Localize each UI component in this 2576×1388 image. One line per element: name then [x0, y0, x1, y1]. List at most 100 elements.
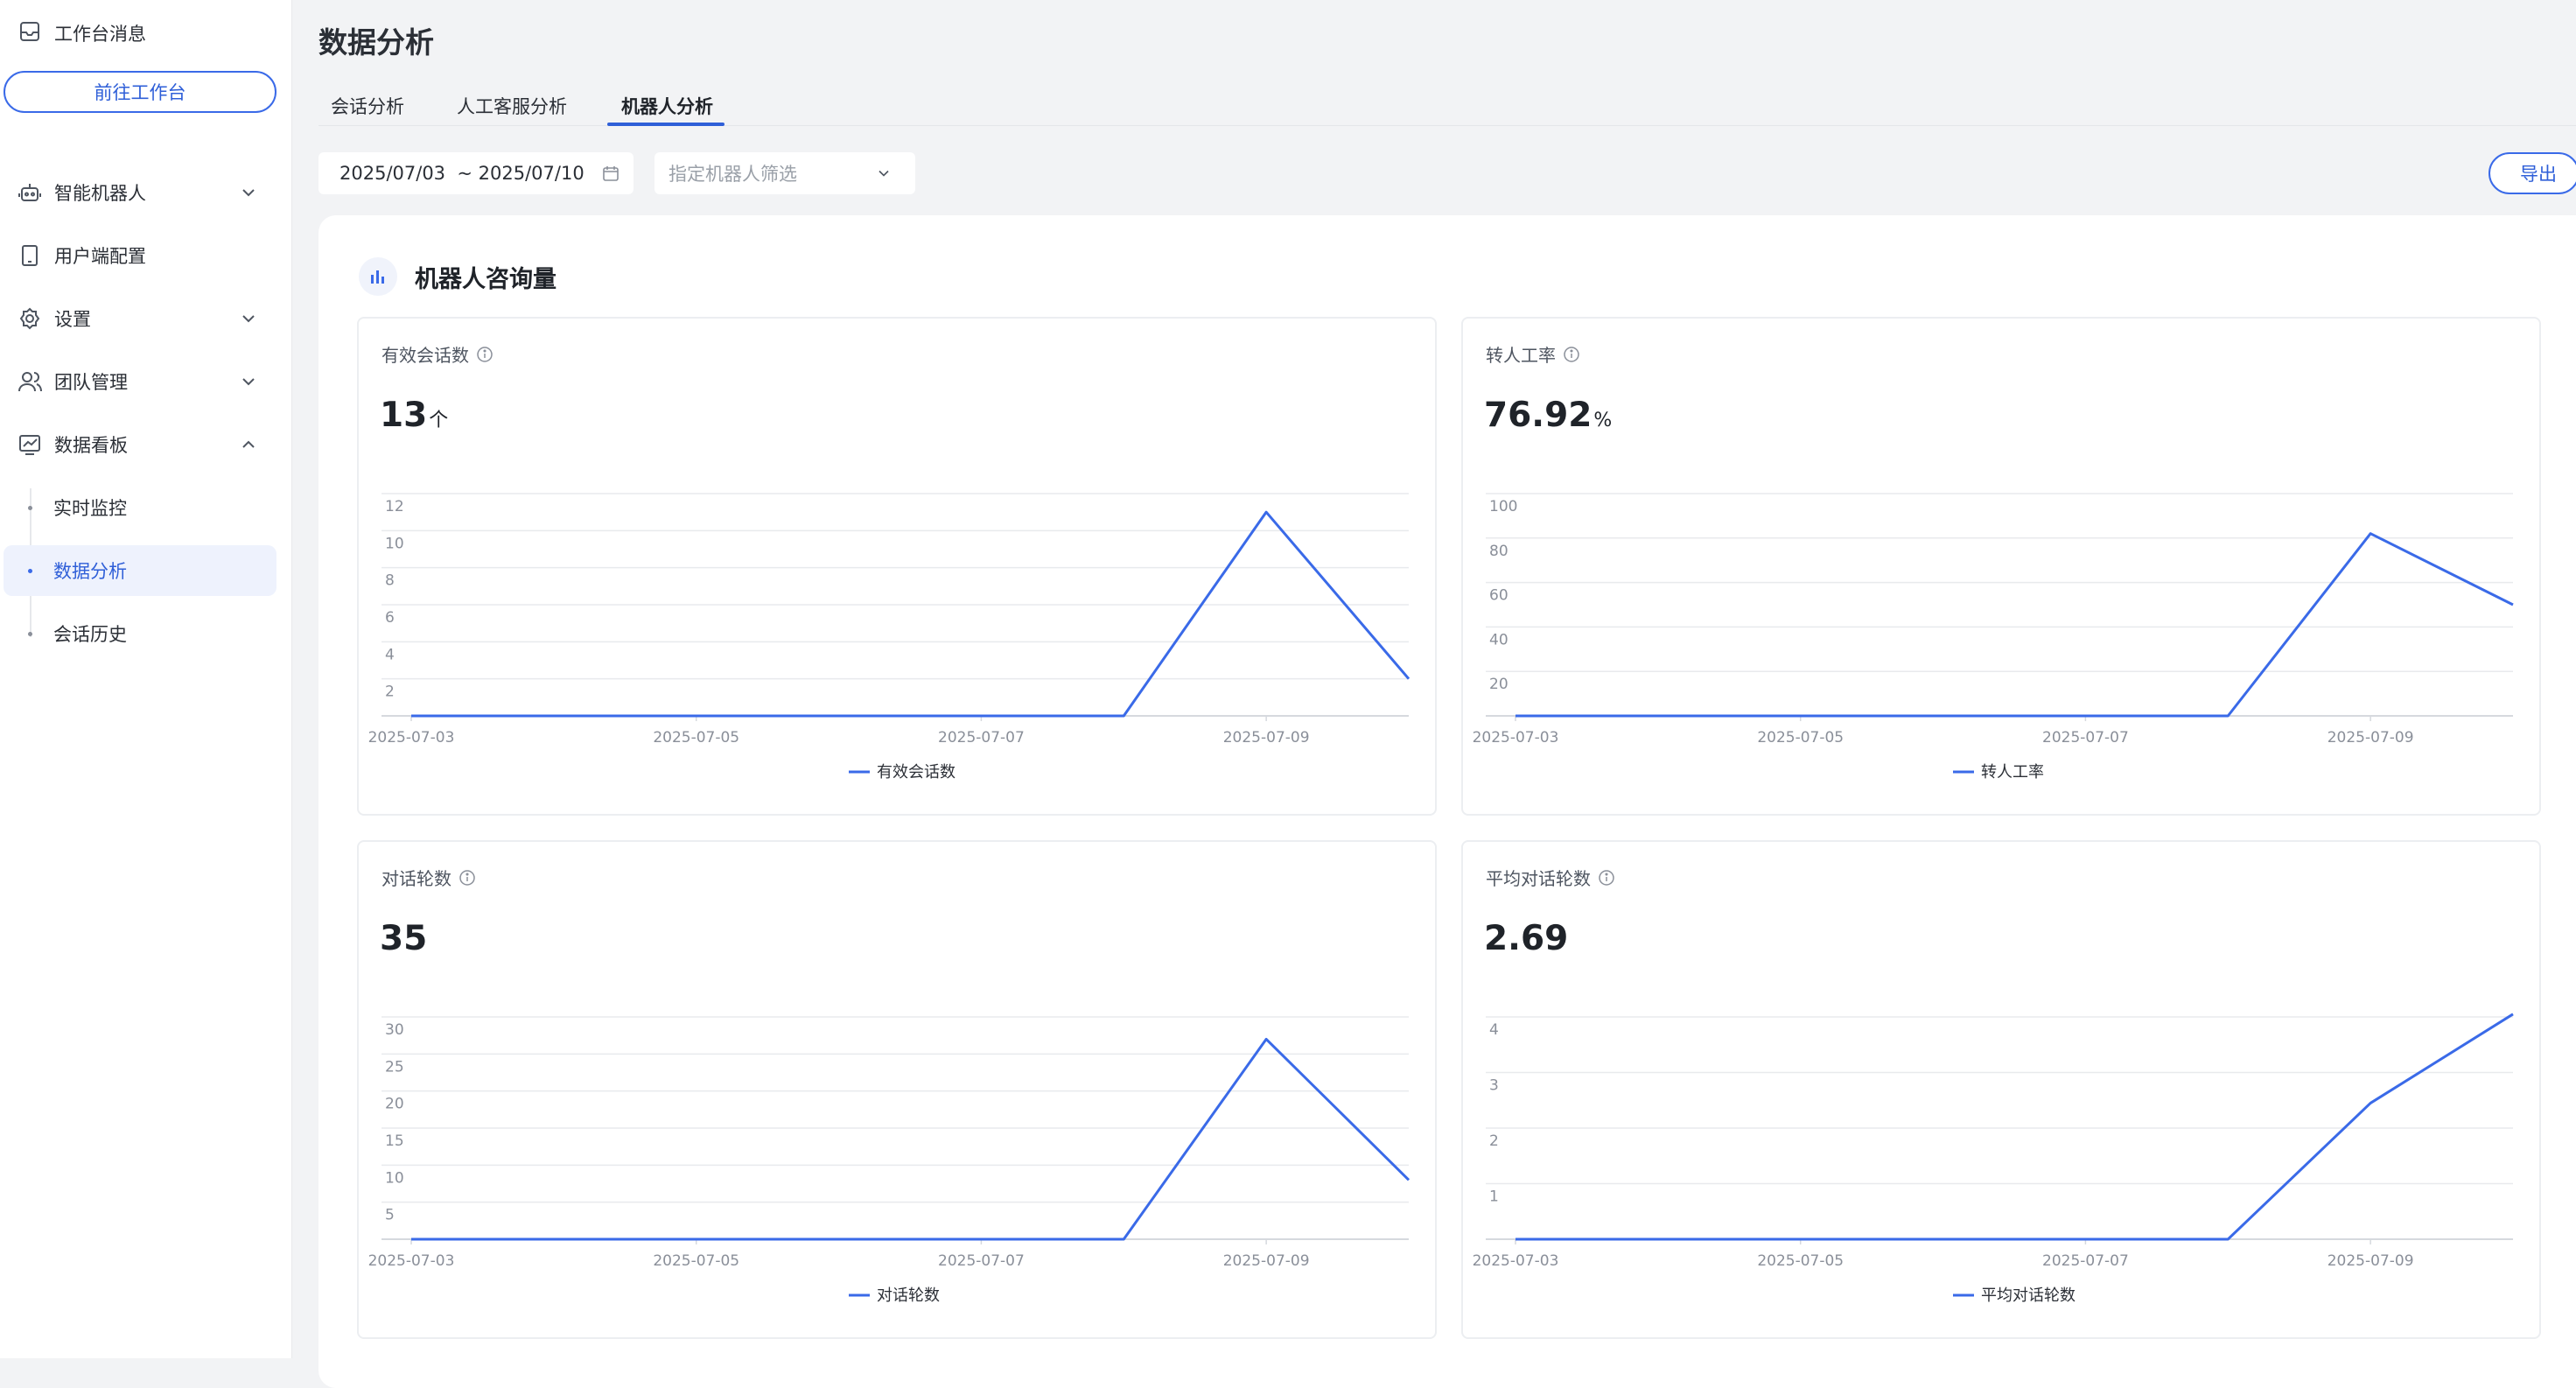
metric-number: 13	[380, 396, 428, 435]
tab-agent-analysis[interactable]: 人工客服分析	[457, 93, 567, 126]
metric-card-valid-sessions: 有效会话数 13个 2 4 6 8 10 12 2025-07-03 2025-07-05 20…	[357, 317, 1437, 816]
x-tick-label: 2025-07-05	[653, 729, 739, 747]
legend-label: 转人工率	[1981, 763, 2044, 782]
x-tick-label: 2025-07-09	[1223, 1252, 1310, 1270]
robot-filter-select[interactable]: 指定机器人筛选	[654, 152, 915, 194]
sidebar-item-client-config[interactable]: 用户端配置	[0, 231, 292, 280]
line-chart-dialog-rounds: 5 10 15 20 25 30 2025-07-03 2025-07-05 2025-07-0…	[368, 1016, 1410, 1305]
y-tick-label: 3	[1489, 1077, 1499, 1095]
active-tab-indicator	[607, 123, 724, 126]
metric-card-transfer-rate: 转人工率 76.92% 20 40 60 80 100 2025-07-03 2025-07…	[1461, 317, 2541, 816]
metric-card-dialog-rounds: 对话轮数 35 5 10 15 20 25 30 2025-07-03 2025-07-05 2…	[357, 840, 1437, 1339]
x-tick-label: 2025-07-03	[368, 1252, 455, 1270]
calendar-icon	[603, 166, 619, 181]
y-tick-label: 1	[1489, 1188, 1499, 1206]
bar-chart-icon	[359, 257, 397, 296]
goto-workbench-button[interactable]: 前往工作台	[4, 71, 276, 113]
y-tick-label: 4	[1489, 1021, 1499, 1039]
chevron-up-icon[interactable]	[238, 434, 259, 455]
x-tick-label: 2025-07-03	[368, 729, 455, 747]
chevron-down-icon	[878, 170, 889, 177]
metric-number: 2.69	[1484, 919, 1569, 958]
y-tick-label: 15	[385, 1132, 404, 1150]
metric-value: 13个	[380, 396, 448, 435]
sidebar-item-dashboard[interactable]: 数据看板	[0, 420, 292, 469]
metric-unit: %	[1593, 410, 1613, 431]
line-chart-transfer-rate: 20 40 60 80 100 2025-07-03 2025-07-05 2025-07-0…	[1473, 493, 2514, 782]
metric-label-row: 平均对话轮数	[1486, 865, 1615, 890]
metric-card-avg-dialog-rounds: 平均对话轮数 2.69 1 2 3 4 2025-07-03 2025-07-05 2025…	[1461, 840, 2541, 1339]
sidebar-item-settings[interactable]: 设置	[0, 294, 292, 343]
y-tick-label: 30	[385, 1021, 404, 1039]
inbox-icon	[18, 19, 42, 47]
robot-filter-placeholder: 指定机器人筛选	[668, 164, 797, 185]
x-tick-label: 2025-07-09	[2328, 1252, 2414, 1270]
section-title: 机器人咨询量	[415, 265, 556, 293]
x-tick-label: 2025-07-05	[1757, 729, 1844, 747]
x-tick-label: 2025-07-09	[2328, 729, 2414, 747]
metric-label-row: 对话轮数	[382, 865, 476, 890]
y-tick-label: 100	[1489, 498, 1517, 515]
workbench-messages-label: 工作台消息	[54, 24, 146, 45]
x-tick-label: 2025-07-03	[1473, 1252, 1559, 1270]
metric-number: 35	[380, 919, 428, 958]
metric-label-row: 有效会话数	[382, 341, 494, 367]
team-icon	[18, 369, 42, 394]
metric-unit: 个	[429, 410, 449, 431]
page-title: 数据分析	[318, 25, 434, 60]
export-button[interactable]: 导出	[2488, 152, 2576, 194]
sidebar: 工作台消息 前往工作台 智能机器人 用户端配置 设置 团队管理 数据看板 实时监…	[0, 0, 292, 1358]
sidebar-subitem-realtime[interactable]: 实时监控	[4, 482, 276, 533]
metric-value: 76.92%	[1484, 396, 1612, 435]
line-chart-avg-dialog-rounds: 1 2 3 4 2025-07-03 2025-07-05 2025-07-07 2025-0…	[1473, 1013, 2514, 1305]
metric-value: 35	[380, 919, 429, 958]
gear-icon	[18, 306, 42, 331]
y-tick-label: 4	[385, 646, 395, 663]
x-tick-label: 2025-07-03	[1473, 729, 1559, 747]
sidebar-item-label: 团队管理	[54, 372, 128, 393]
x-tick-label: 2025-07-07	[938, 729, 1025, 747]
metric-label: 转人工率	[1486, 345, 1556, 366]
sidebar-item-team[interactable]: 团队管理	[0, 357, 292, 406]
sidebar-subitem-analysis[interactable]: 数据分析	[4, 545, 276, 596]
y-tick-label: 10	[385, 1169, 404, 1187]
series-line	[411, 510, 1410, 718]
tab-robot-analysis[interactable]: 机器人分析	[621, 93, 713, 126]
y-tick-label: 2	[385, 683, 395, 701]
workbench-messages[interactable]: 工作台消息	[18, 18, 146, 49]
sidebar-subitem-label: 实时监控	[53, 498, 127, 519]
series-line	[1516, 1013, 2514, 1241]
chevron-down-icon[interactable]	[238, 371, 259, 392]
chevron-down-icon[interactable]	[238, 182, 259, 203]
metric-value: 2.69	[1484, 919, 1570, 958]
tab-session-analysis[interactable]: 会话分析	[331, 93, 404, 126]
sidebar-subitem-label: 会话历史	[53, 624, 127, 645]
sidebar-item-label: 设置	[54, 309, 91, 330]
date-range-picker[interactable]: 2025/07/03 ~ 2025/07/10	[318, 152, 634, 194]
metric-number: 76.92	[1484, 396, 1592, 435]
sidebar-item-robot[interactable]: 智能机器人	[0, 168, 292, 217]
x-tick-label: 2025-07-09	[1223, 729, 1310, 747]
sidebar-subitem-history[interactable]: 会话历史	[4, 608, 276, 659]
y-tick-label: 12	[385, 498, 404, 515]
sidebar-item-label: 智能机器人	[54, 183, 146, 204]
metric-label: 有效会话数	[382, 345, 469, 366]
info-icon[interactable]	[1598, 869, 1615, 887]
chevron-down-icon[interactable]	[238, 308, 259, 329]
info-icon[interactable]	[1563, 346, 1580, 363]
x-tick-label: 2025-07-05	[1757, 1252, 1844, 1270]
y-tick-label: 8	[385, 572, 395, 590]
y-tick-label: 2	[1489, 1132, 1499, 1150]
tab-bar: 会话分析 人工客服分析 机器人分析	[318, 88, 2576, 126]
dashboard-icon	[18, 432, 42, 457]
section-header: 机器人咨询量	[359, 257, 556, 296]
x-tick-label: 2025-07-05	[653, 1252, 739, 1270]
info-icon[interactable]	[476, 346, 494, 363]
sidebar-item-label: 用户端配置	[54, 246, 146, 267]
bullet-icon	[28, 631, 32, 636]
y-tick-label: 6	[385, 609, 395, 627]
x-tick-label: 2025-07-07	[938, 1252, 1025, 1270]
y-tick-label: 10	[385, 535, 404, 552]
info-icon[interactable]	[458, 869, 476, 887]
metric-label: 平均对话轮数	[1486, 868, 1591, 889]
